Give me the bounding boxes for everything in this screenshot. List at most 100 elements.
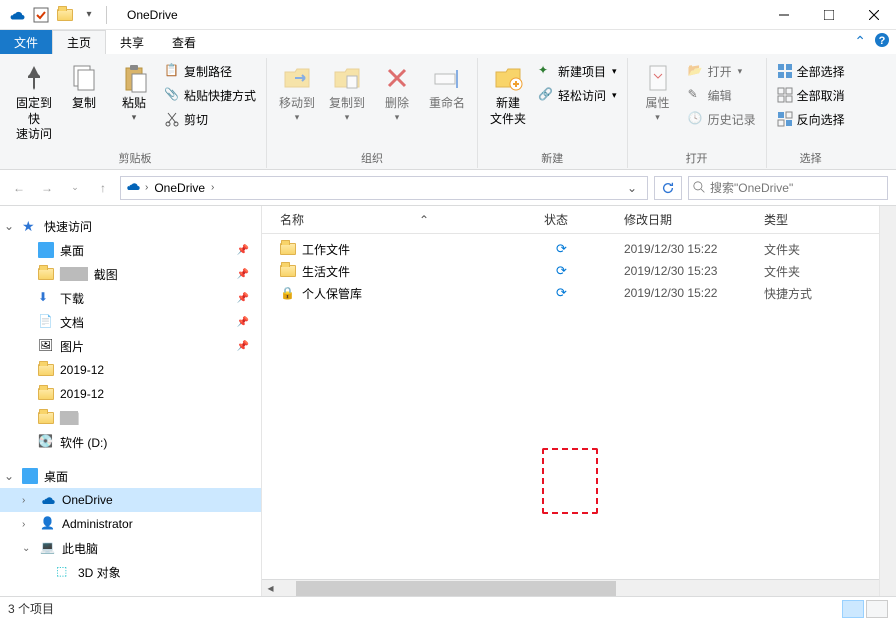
quick-access-toolbar: ▾ [0, 4, 111, 26]
tree-2019-12a[interactable]: 2019-12 [0, 358, 261, 382]
easy-access-button[interactable]: 🔗轻松访问▾ [538, 84, 617, 106]
edit-button[interactable]: ✎编辑 [688, 84, 756, 106]
select-all-button[interactable]: 全部选择 [777, 60, 845, 82]
pin-to-quick-access-button[interactable]: 固定到快 速访问 [10, 58, 58, 147]
copy-to-button[interactable]: 复制到▾ [323, 58, 371, 127]
delete-button[interactable]: 删除▾ [373, 58, 421, 127]
select-none-button[interactable]: 全部取消 [777, 84, 845, 106]
copy-path-button[interactable]: 📋复制路径 [164, 60, 256, 82]
column-state[interactable]: 状态 [544, 211, 624, 228]
file-view: 名称⌃ 状态 修改日期 类型 工作文件 ⟳ 2019/12/30 15:22 文… [262, 206, 896, 596]
title-bar: ▾ OneDrive [0, 0, 896, 30]
expand-icon[interactable]: › [22, 519, 34, 530]
cut-button[interactable]: 剪切 [164, 108, 256, 130]
pin-icon: 📌 [237, 341, 249, 352]
file-row[interactable]: 工作文件 ⟳ 2019/12/30 15:22 文件夹 [262, 238, 896, 260]
tree-documents[interactable]: 📄文档📌 [0, 310, 261, 334]
tree-administrator[interactable]: ›👤Administrator [0, 512, 261, 536]
tree-desktop-root[interactable]: ⌄ 桌面 [0, 464, 261, 488]
collapse-ribbon-icon[interactable]: ⌃ [854, 33, 866, 50]
user-icon: 👤 [40, 516, 56, 532]
tab-view[interactable]: 查看 [158, 30, 210, 54]
tree-desktop[interactable]: 桌面📌 [0, 238, 261, 262]
file-row[interactable]: 🔒个人保管库 ⟳ 2019/12/30 15:22 快捷方式 [262, 282, 896, 304]
folder-icon[interactable] [54, 4, 76, 26]
recent-dropdown[interactable]: ⌄ [64, 177, 86, 199]
group-open-label: 打开 [686, 150, 708, 168]
tab-home[interactable]: 主页 [52, 30, 106, 54]
breadcrumb-onedrive[interactable]: OneDrive [152, 181, 207, 195]
tree-quick-access[interactable]: ⌄ ★ 快速访问 [0, 214, 261, 238]
address-dropdown-icon[interactable]: ⌄ [621, 181, 643, 195]
cube-icon: ⬚ [56, 564, 72, 580]
tree-this-pc[interactable]: ⌄💻此电脑 [0, 536, 261, 560]
invert-selection-button[interactable]: 反向选择 [777, 108, 845, 130]
close-button[interactable] [851, 0, 896, 30]
group-clipboard-label: 剪贴板 [119, 150, 152, 168]
up-button[interactable]: ↑ [92, 177, 114, 199]
checkbox-icon[interactable] [30, 4, 52, 26]
paste-shortcut-button[interactable]: 📎粘贴快捷方式 [164, 84, 256, 106]
desktop-icon [22, 468, 38, 484]
expand-icon[interactable]: ⌄ [4, 219, 16, 233]
column-type[interactable]: 类型 [764, 211, 864, 228]
scroll-left-button[interactable]: ◂ [262, 581, 279, 596]
column-headers: 名称⌃ 状态 修改日期 类型 [262, 206, 896, 234]
ribbon-tabs: 文件 主页 共享 查看 ⌃ ? [0, 30, 896, 54]
history-button[interactable]: 🕓历史记录 [688, 108, 756, 130]
vertical-scrollbar[interactable] [879, 206, 896, 596]
tree-redacted[interactable]: ▇▇ [0, 406, 261, 430]
chevron-right-icon[interactable]: › [145, 182, 148, 193]
expand-icon[interactable]: ⌄ [4, 469, 16, 483]
minimize-button[interactable] [761, 0, 806, 30]
navigation-tree[interactable]: ⌄ ★ 快速访问 桌面📌 ▇▇▇截图📌 ⬇下载📌 📄文档📌 🖼图片📌 2019-… [0, 206, 262, 596]
move-to-button[interactable]: 移动到▾ [273, 58, 321, 127]
qat-dropdown-icon[interactable]: ▾ [78, 4, 100, 26]
chevron-right-icon[interactable]: › [211, 182, 214, 193]
sync-icon: ⟳ [556, 263, 567, 278]
tree-screenshots[interactable]: ▇▇▇截图📌 [0, 262, 261, 286]
file-row[interactable]: 生活文件 ⟳ 2019/12/30 15:23 文件夹 [262, 260, 896, 282]
tree-downloads[interactable]: ⬇下载📌 [0, 286, 261, 310]
copy-button[interactable]: 复制 [60, 58, 108, 116]
details-view-button[interactable] [842, 600, 864, 618]
ribbon: 固定到快 速访问 复制 粘贴 ▾ 📋复制路径 📎粘贴快捷方式 剪切 剪贴板 [0, 54, 896, 170]
paste-button[interactable]: 粘贴 ▾ [110, 58, 158, 127]
tab-file[interactable]: 文件 [0, 30, 52, 54]
folder-icon [38, 364, 54, 376]
star-icon: ★ [22, 218, 38, 234]
search-icon [693, 181, 706, 194]
maximize-button[interactable] [806, 0, 851, 30]
expand-icon[interactable]: › [22, 495, 34, 506]
tree-soft-d[interactable]: 💽软件 (D:) [0, 430, 261, 454]
group-organize-label: 组织 [361, 150, 383, 168]
forward-button[interactable]: → [36, 177, 58, 199]
properties-button[interactable]: 属性▾ [634, 58, 682, 127]
search-input[interactable]: 搜索"OneDrive" [688, 176, 888, 200]
svg-text:?: ? [879, 35, 886, 47]
expand-icon[interactable]: ⌄ [22, 543, 34, 554]
tree-pictures[interactable]: 🖼图片📌 [0, 334, 261, 358]
paste-label: 粘贴 [122, 96, 146, 112]
rename-button[interactable]: 重命名 [423, 58, 471, 116]
new-item-button[interactable]: ✦新建项目▾ [538, 60, 617, 82]
address-bar[interactable]: › OneDrive › ⌄ [120, 176, 648, 200]
tab-share[interactable]: 共享 [106, 30, 158, 54]
folder-icon [38, 388, 54, 400]
back-button[interactable]: ← [8, 177, 30, 199]
refresh-button[interactable] [654, 176, 682, 200]
drive-icon: 💽 [38, 434, 54, 450]
picture-icon: 🖼 [38, 338, 54, 354]
tree-onedrive[interactable]: ›OneDrive [0, 488, 261, 512]
icons-view-button[interactable] [866, 600, 888, 618]
column-name[interactable]: 名称⌃ [280, 211, 544, 228]
scroll-thumb[interactable] [296, 581, 616, 596]
group-new: 新建 文件夹 ✦新建项目▾ 🔗轻松访问▾ 新建 [478, 58, 628, 168]
help-icon[interactable]: ? [874, 32, 890, 51]
column-date[interactable]: 修改日期 [624, 211, 764, 228]
horizontal-scrollbar[interactable]: ◂ ▸ [262, 579, 896, 596]
tree-2019-12b[interactable]: 2019-12 [0, 382, 261, 406]
new-folder-button[interactable]: 新建 文件夹 [484, 58, 532, 131]
tree-3d-objects[interactable]: ⬚3D 对象 [0, 560, 261, 584]
open-button[interactable]: 📂打开▾ [688, 60, 756, 82]
